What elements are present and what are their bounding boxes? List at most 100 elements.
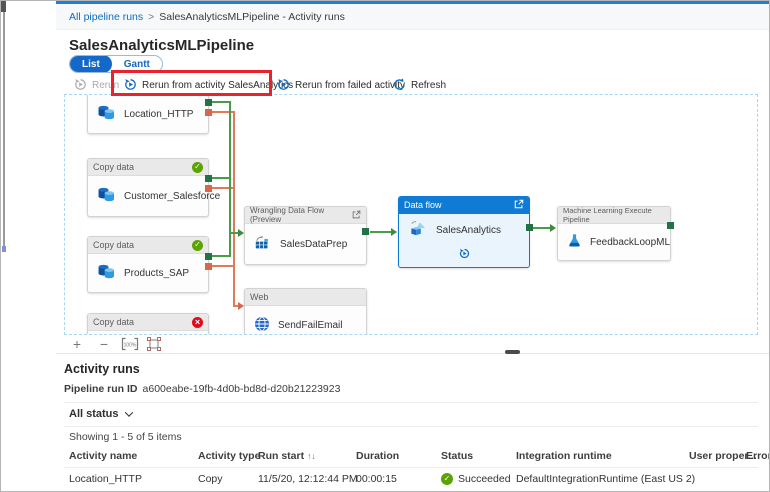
section-divider (64, 402, 758, 403)
connector-success-line (212, 177, 230, 179)
status-filter-dropdown[interactable]: All status (69, 406, 133, 422)
activity-node-type: Copy data (93, 240, 135, 250)
window-edge-line (3, 1, 5, 249)
breadcrumb: All pipeline runs > SalesAnalyticsMLPipe… (56, 4, 769, 30)
pipeline-run-id-value: a600eabe-19fb-4d0b-bd8d-d20b21223923 (142, 383, 341, 395)
pipeline-canvas[interactable]: Location_HTTP Copy data ✓ Customer_Sales… (64, 94, 758, 335)
activity-node-send-fail-email[interactable]: Web SendFailEmail (244, 288, 367, 334)
success-port[interactable] (667, 222, 674, 229)
rerun-button[interactable]: Rerun (74, 77, 119, 94)
section-divider (64, 426, 758, 427)
cell-activity-name[interactable]: Location_HTTP (69, 473, 198, 485)
col-activity-type[interactable]: Activity type (198, 450, 260, 462)
breadcrumb-separator: > (148, 10, 155, 23)
machine-learning-flask-icon (567, 233, 582, 251)
failure-port[interactable] (205, 185, 212, 192)
activity-node-sales-data-prep[interactable]: Wrangling Data Flow (Preview SalesDataPr… (244, 206, 367, 265)
refresh-icon (393, 77, 406, 94)
table-divider (64, 467, 758, 468)
pipeline-run-id-label: Pipeline run ID (64, 383, 138, 395)
success-port[interactable] (205, 253, 212, 260)
copy-data-icon (97, 187, 116, 205)
col-error[interactable]: Error (746, 450, 769, 462)
succeeded-status-icon: ✓ (441, 473, 453, 485)
breadcrumb-all-pipeline-runs-link[interactable]: All pipeline runs (69, 11, 143, 23)
activity-node-type: Wrangling Data Flow (Preview (250, 206, 325, 224)
rerun-from-activity-label: Rerun from activity SalesAnalytics (142, 80, 294, 91)
activity-node-label: SalesAnalytics (436, 224, 502, 236)
cell-duration: 00:00:15 (356, 473, 397, 485)
arrowhead-success (391, 228, 397, 236)
view-toggle: List Gantt (69, 55, 163, 73)
refresh-label: Refresh (411, 80, 447, 91)
activity-node-type: Copy data (93, 162, 135, 172)
activity-node-type: Machine Learning Execute Pipeline (563, 206, 652, 224)
table-row[interactable]: Location_HTTP Copy 11/5/20, 12:12:44 PM … (69, 473, 769, 485)
rerun-from-failed-icon (277, 78, 290, 94)
col-run-start[interactable]: Run start ↑↓ (258, 450, 356, 462)
rerun-from-activity-button[interactable]: Rerun from activity SalesAnalytics (124, 77, 293, 94)
success-port[interactable] (362, 228, 369, 235)
tab-list[interactable]: List (70, 56, 112, 72)
zoom-to-fit-button[interactable] (147, 337, 161, 351)
activity-node-label: Customer_Salesforce (124, 190, 221, 202)
cell-integration-runtime: DefaultIntegrationRuntime (East US 2) (516, 473, 696, 485)
copy-data-icon (97, 105, 116, 123)
activity-node-location-http[interactable]: Location_HTTP (87, 95, 209, 134)
monitor-activity-runs-page: All pipeline runs > SalesAnalyticsMLPipe… (0, 0, 770, 492)
panel-resize-handle[interactable] (505, 350, 520, 354)
open-node-icon[interactable] (514, 199, 524, 211)
showing-count-text: Showing 1 - 5 of 5 items (69, 431, 182, 443)
zoom-out-button[interactable]: − (96, 336, 112, 352)
zoom-in-button[interactable]: + (69, 336, 85, 352)
activity-node-customer-salesforce[interactable]: Copy data ✓ Customer_Salesforce (87, 158, 220, 217)
breadcrumb-current: SalesAnalyticsMLPipeline - Activity runs (159, 10, 345, 23)
activity-node-failed-copy[interactable]: Copy data × (87, 313, 209, 334)
success-status-icon: ✓ (192, 161, 203, 173)
activity-node-sales-analytics[interactable]: Data flow SalesAnalytics (398, 196, 530, 268)
arrowhead-success (550, 224, 556, 232)
activity-node-type: Copy data (93, 317, 135, 327)
power-query-icon (254, 235, 272, 253)
failure-port[interactable] (205, 263, 212, 270)
success-port[interactable] (205, 175, 212, 182)
cell-status: ✓ Succeeded (441, 473, 516, 485)
tab-gantt[interactable]: Gantt (112, 56, 162, 72)
rerun-label: Rerun (92, 80, 120, 91)
col-duration[interactable]: Duration (356, 450, 441, 462)
activity-runs-heading: Activity runs (64, 362, 140, 376)
zoom-level-text: 100% (124, 342, 137, 348)
rerun-from-node-icon[interactable] (459, 246, 470, 264)
pipeline-run-id: Pipeline run ID a600eabe-19fb-4d0b-bd8d-… (64, 383, 340, 395)
window-edge-dot (2, 246, 6, 252)
refresh-button[interactable]: Refresh (393, 77, 446, 94)
col-user-properties[interactable]: User proper... (689, 450, 757, 462)
data-flow-icon (408, 220, 428, 240)
sort-icon[interactable]: ↑↓ (307, 451, 316, 461)
failure-port[interactable] (205, 109, 212, 116)
col-activity-name[interactable]: Activity name (69, 450, 198, 462)
col-integration-runtime[interactable]: Integration runtime (516, 450, 689, 462)
open-node-icon[interactable] (352, 210, 361, 221)
activity-node-type: Web (250, 292, 269, 302)
connector-failure-line (212, 265, 234, 267)
connector-success-line (212, 101, 230, 103)
cell-activity-type: Copy (198, 473, 223, 485)
activity-node-label: Products_SAP (124, 267, 190, 279)
activity-node-feedback-loop-ml[interactable]: Machine Learning Execute Pipeline Feedba… (557, 206, 671, 261)
rerun-from-activity-icon (124, 78, 137, 94)
success-port[interactable] (526, 224, 533, 231)
activity-node-type: Data flow (404, 200, 442, 210)
cell-run-start: 11/5/20, 12:12:44 PM (258, 473, 358, 485)
activity-node-products-sap[interactable]: Copy data ✓ Products_SAP (87, 236, 209, 293)
success-port[interactable] (205, 99, 212, 106)
success-status-icon: ✓ (192, 239, 203, 251)
connector-failure-trunk (233, 111, 235, 307)
activity-table-header: Activity name Activity type Run start ↑↓ … (69, 450, 769, 462)
zoom-reset-button[interactable]: 100% (121, 337, 139, 351)
activity-node-label: SendFailEmail (278, 319, 343, 331)
connector-success-line (212, 255, 230, 257)
col-status[interactable]: Status (441, 450, 516, 462)
activity-node-label: FeedbackLoopML (590, 236, 671, 248)
rerun-from-failed-button[interactable]: Rerun from failed activity (277, 77, 405, 94)
